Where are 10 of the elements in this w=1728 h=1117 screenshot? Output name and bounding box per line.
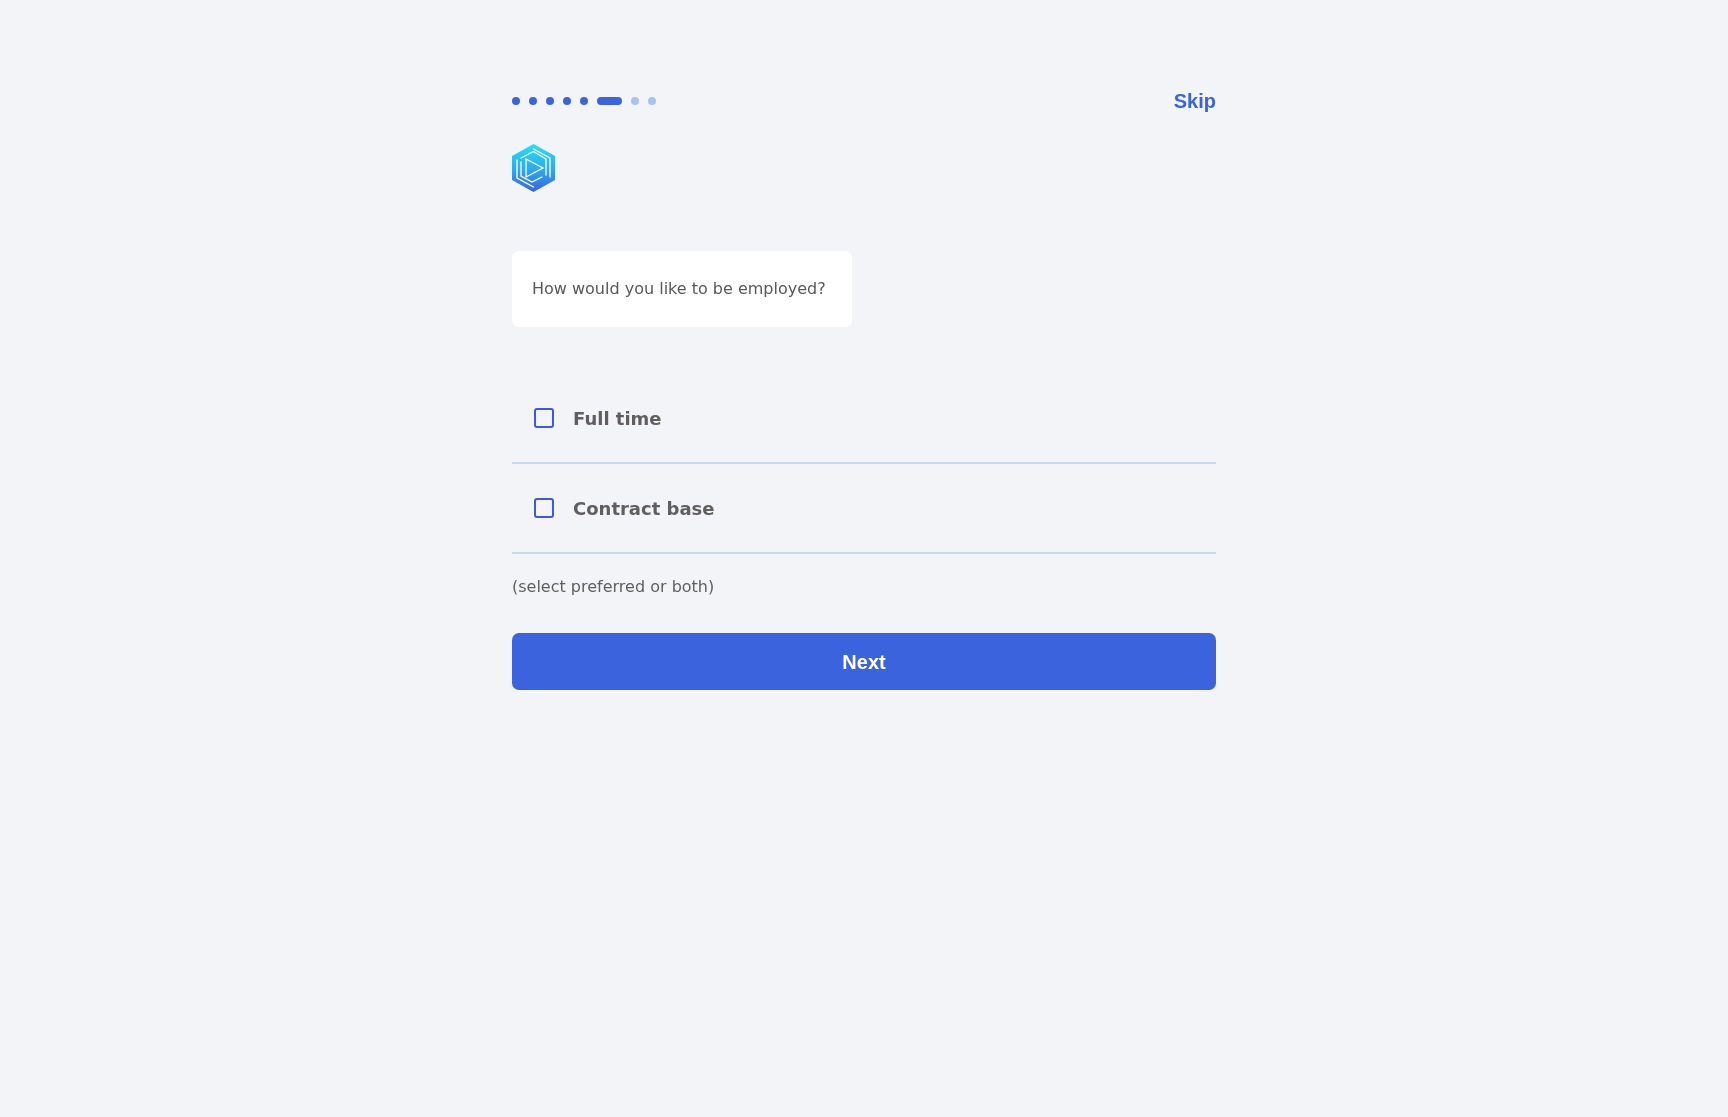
checkbox[interactable]	[534, 408, 554, 428]
step-pill-icon	[597, 97, 622, 105]
option-label: Full time	[573, 406, 662, 431]
option-label: Contract base	[573, 496, 715, 521]
checkbox[interactable]	[534, 498, 554, 518]
hexagon-play-logo	[512, 144, 555, 192]
hint-text: (select preferred or both)	[512, 577, 715, 597]
question-text: How would you like to be employed?	[532, 278, 826, 300]
next-button[interactable]: Next	[512, 633, 1216, 690]
skip-link[interactable]: Skip	[1173, 89, 1216, 113]
